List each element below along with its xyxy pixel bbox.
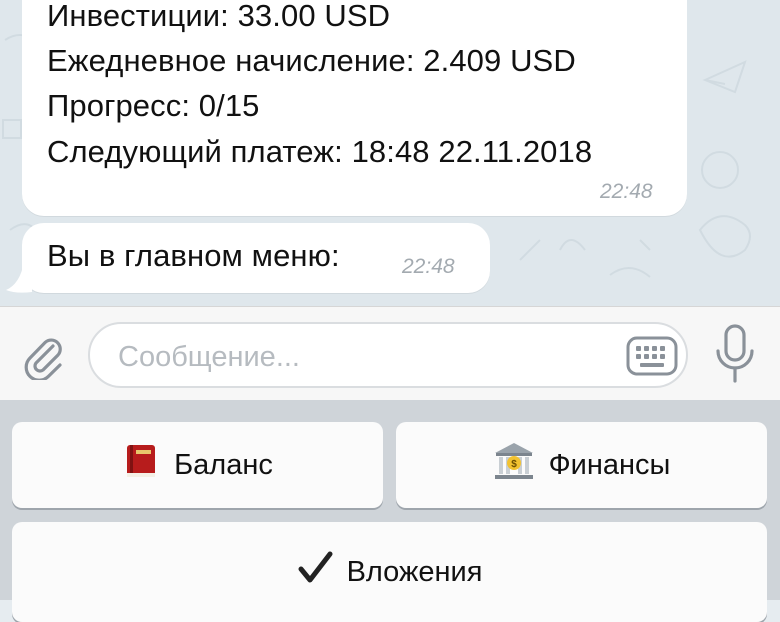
- investments-label: Вложения: [346, 555, 483, 588]
- next-payment-line: Следующий платеж: 18:48 22.11.2018: [47, 134, 593, 169]
- bank-icon: $: [493, 441, 535, 489]
- balance-button[interactable]: Баланс: [12, 422, 383, 508]
- investments-button[interactable]: Вложения: [12, 522, 767, 622]
- message-time: 22:48: [402, 255, 455, 278]
- paperclip-icon[interactable]: [20, 332, 68, 380]
- svg-text:$: $: [511, 459, 517, 470]
- microphone-icon[interactable]: [712, 323, 758, 385]
- progress-line: Прогресс: 0/15: [47, 88, 260, 123]
- finance-label: Финансы: [548, 448, 671, 481]
- ledger-book-icon: [122, 442, 160, 488]
- daily-accrual-line: Ежедневное начисление: 2.409 USD: [47, 43, 576, 78]
- message-input-bar: [0, 306, 780, 401]
- message-field[interactable]: [88, 322, 688, 388]
- bubble-tail: [6, 262, 32, 293]
- message-time: 22:48: [600, 180, 653, 203]
- finance-button[interactable]: $ Финансы: [396, 422, 767, 508]
- checkmark-icon: [297, 550, 333, 594]
- menu-message-text: Вы в главном меню:: [47, 238, 340, 273]
- bot-keyboard: Баланс $ Финансы Вложения: [0, 400, 780, 622]
- balance-label: Баланс: [174, 448, 273, 481]
- chat-area: Инвестиции: 33.00 USD Ежедневное начисле…: [0, 0, 780, 306]
- keyboard-icon[interactable]: [626, 336, 678, 376]
- message-input[interactable]: [116, 336, 600, 378]
- investment-line: Инвестиции: 33.00 USD: [47, 0, 391, 33]
